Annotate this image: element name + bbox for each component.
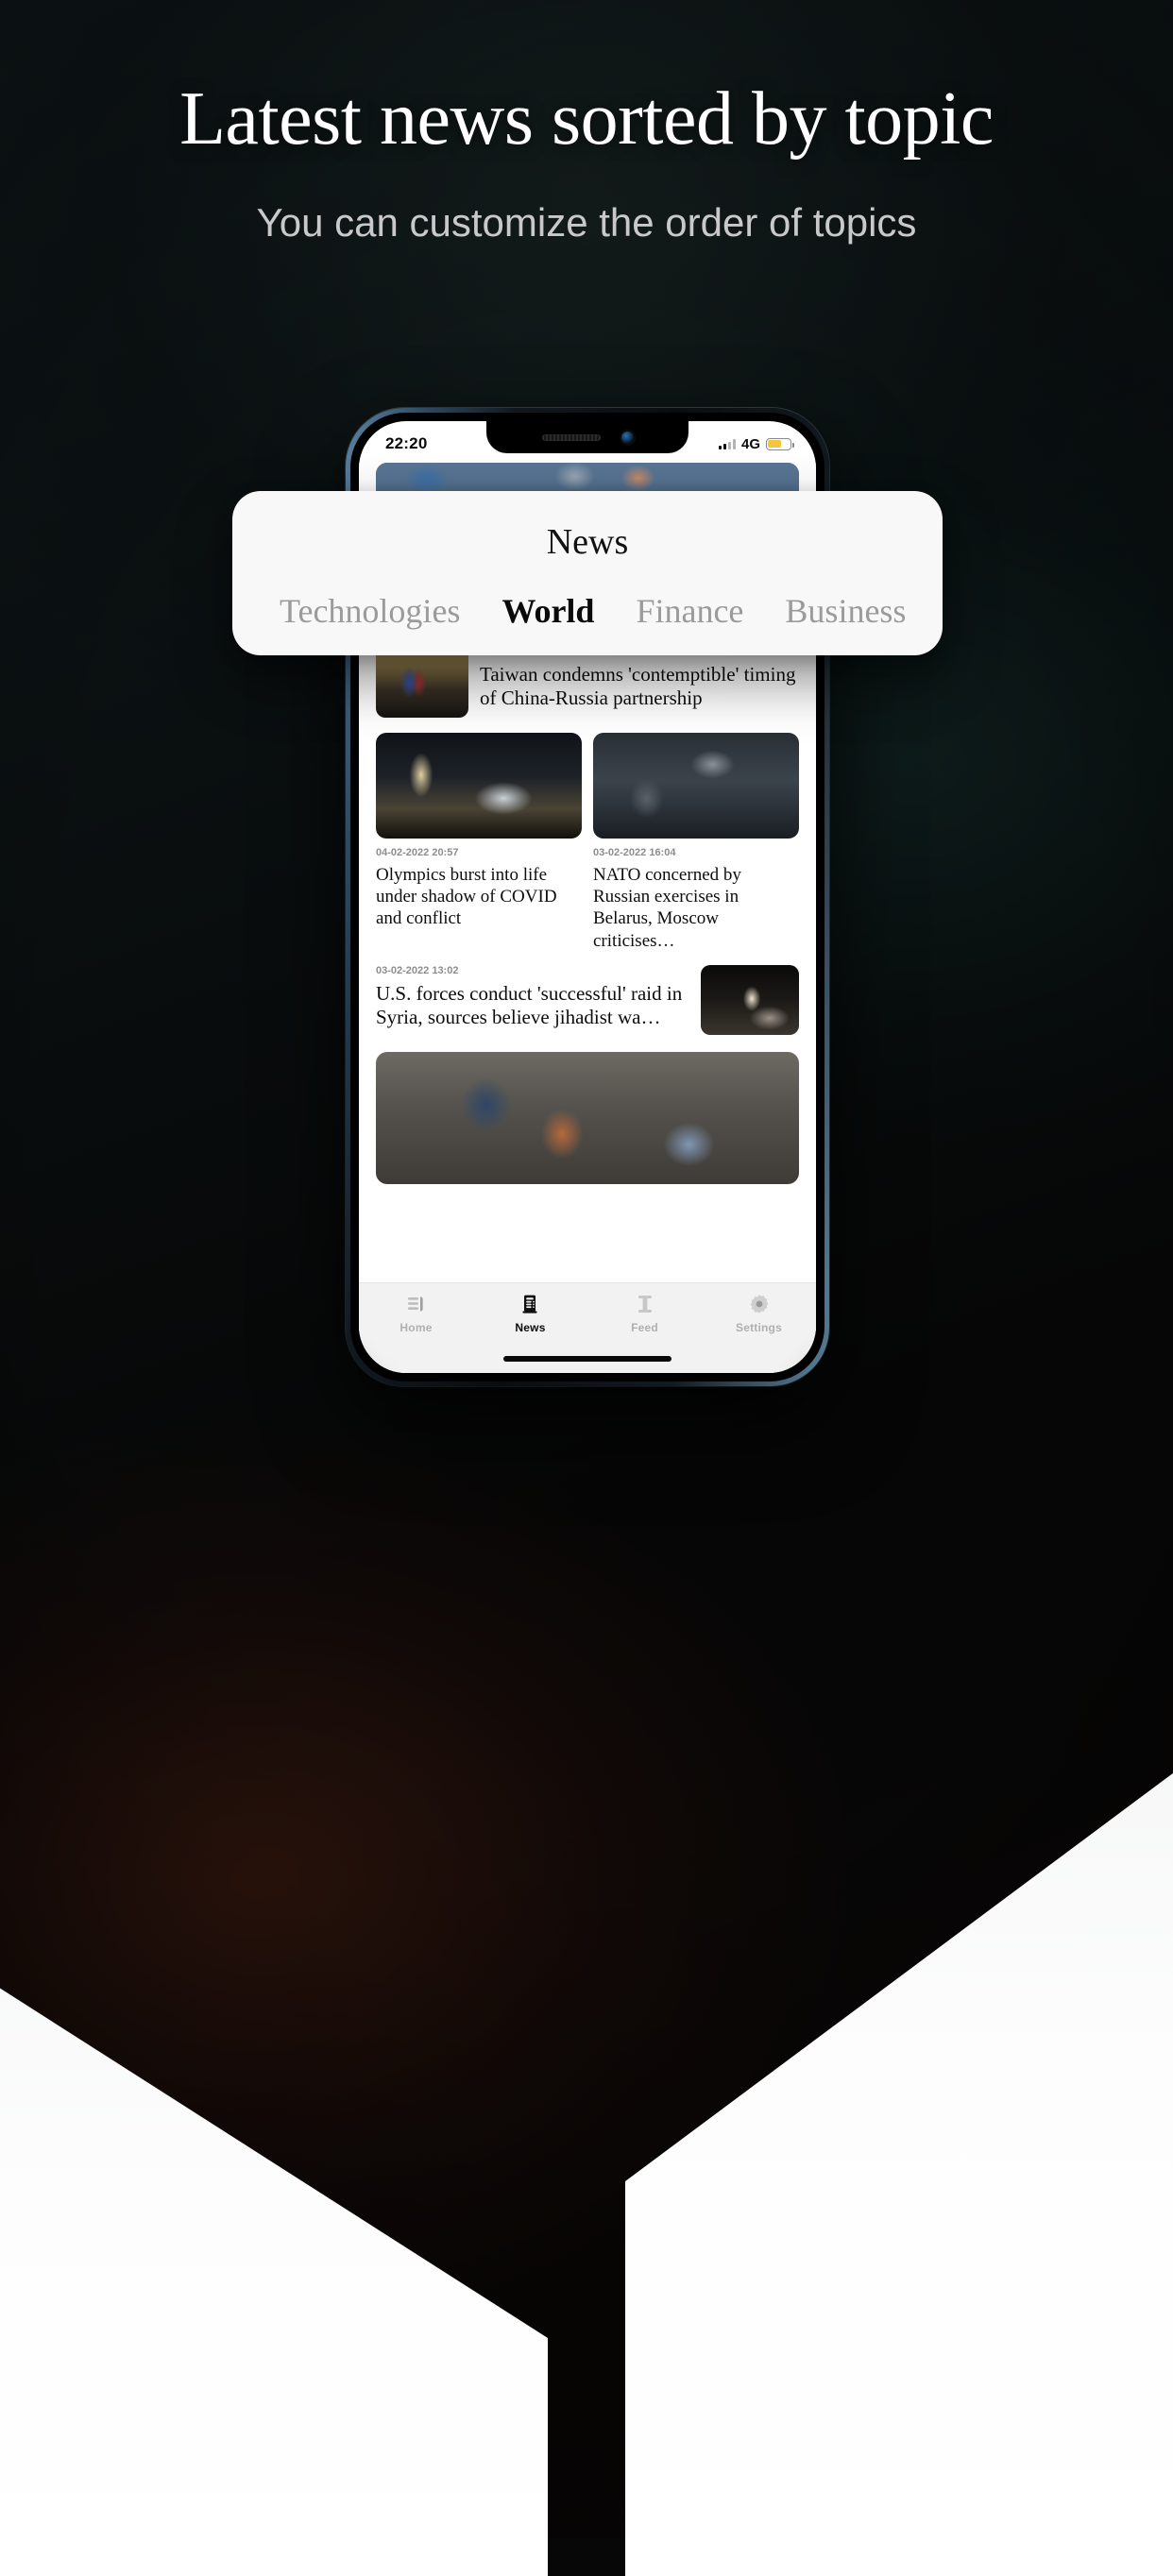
status-time: 22:20: [385, 434, 428, 452]
tab-item-settings[interactable]: Settings: [702, 1293, 816, 1334]
topic-tab-finance[interactable]: Finance: [615, 591, 764, 631]
tab-label-home: Home: [400, 1321, 433, 1334]
phone-notch: [486, 421, 688, 453]
phone-mockup: 22:20 4G Taiwan condemns 'contemptible' …: [102, 408, 1073, 1386]
battery-fill: [768, 439, 782, 449]
tab-label-settings: Settings: [736, 1321, 782, 1334]
speaker-grille-icon: [541, 433, 601, 441]
news-list-icon: [407, 1296, 423, 1312]
status-indicators: 4G: [718, 435, 794, 452]
news-grid-image: [593, 733, 799, 839]
hero-section: Latest news sorted by topic You can cust…: [0, 77, 1173, 246]
news-grid-title: Olympics burst into life under shadow of…: [376, 865, 557, 929]
signal-bars-icon: [718, 438, 736, 449]
topic-tabs[interactable]: Technologies World Finance Business S: [232, 591, 943, 631]
news-row-right-title: U.S. forces conduct 'successful' raid in…: [376, 981, 683, 1028]
floating-header-card: News Technologies World Finance Business…: [232, 491, 943, 655]
tab-item-home[interactable]: Home: [359, 1293, 473, 1334]
news-row-right-body: 03-02-2022 13:02 U.S. forces conduct 'su…: [376, 965, 689, 1029]
network-type-label: 4G: [740, 435, 760, 452]
hero-title: Latest news sorted by topic: [179, 77, 994, 161]
news-grid: 04-02-2022 20:57 Olympics burst into lif…: [376, 733, 799, 952]
tab-label-feed: Feed: [631, 1321, 658, 1334]
news-row-right-date: 03-02-2022 13:02: [376, 964, 459, 976]
tab-item-feed[interactable]: Feed: [587, 1293, 702, 1334]
news-grid-item[interactable]: 04-02-2022 20:57 Olympics burst into lif…: [376, 733, 582, 952]
news-grid-item[interactable]: 03-02-2022 16:04 NATO concerned by Russi…: [593, 733, 799, 952]
gear-icon: [750, 1295, 768, 1313]
topic-tab-sport[interactable]: S: [926, 591, 943, 631]
topic-tab-world[interactable]: World: [481, 591, 615, 631]
topic-tab-technologies[interactable]: Technologies: [259, 591, 481, 631]
scroll-icon: [638, 1296, 652, 1313]
tab-label-news: News: [515, 1321, 546, 1334]
hero-subtitle: You can customize the order of topics: [256, 199, 917, 245]
battery-icon: [766, 437, 794, 450]
newspaper-icon: [521, 1295, 537, 1313]
news-row-right-thumbnail: [701, 964, 799, 1035]
news-row-card-right[interactable]: 03-02-2022 13:02 U.S. forces conduct 'su…: [376, 964, 799, 1035]
front-camera-icon: [620, 431, 634, 444]
home-indicator[interactable]: [503, 1356, 672, 1362]
news-row-title: Taiwan condemns 'contemptible' timing of…: [480, 663, 796, 710]
news-bottom-card[interactable]: [376, 1051, 799, 1184]
news-grid-image: [376, 733, 582, 839]
topic-tab-business[interactable]: Business: [764, 591, 926, 631]
tab-item-news[interactable]: News: [473, 1293, 587, 1334]
news-grid-title: NATO concerned by Russian exercises in B…: [593, 865, 741, 951]
header-card-title: News: [546, 522, 629, 562]
news-grid-date: 03-02-2022 16:04: [593, 847, 676, 858]
news-grid-date: 04-02-2022 20:57: [376, 847, 459, 858]
